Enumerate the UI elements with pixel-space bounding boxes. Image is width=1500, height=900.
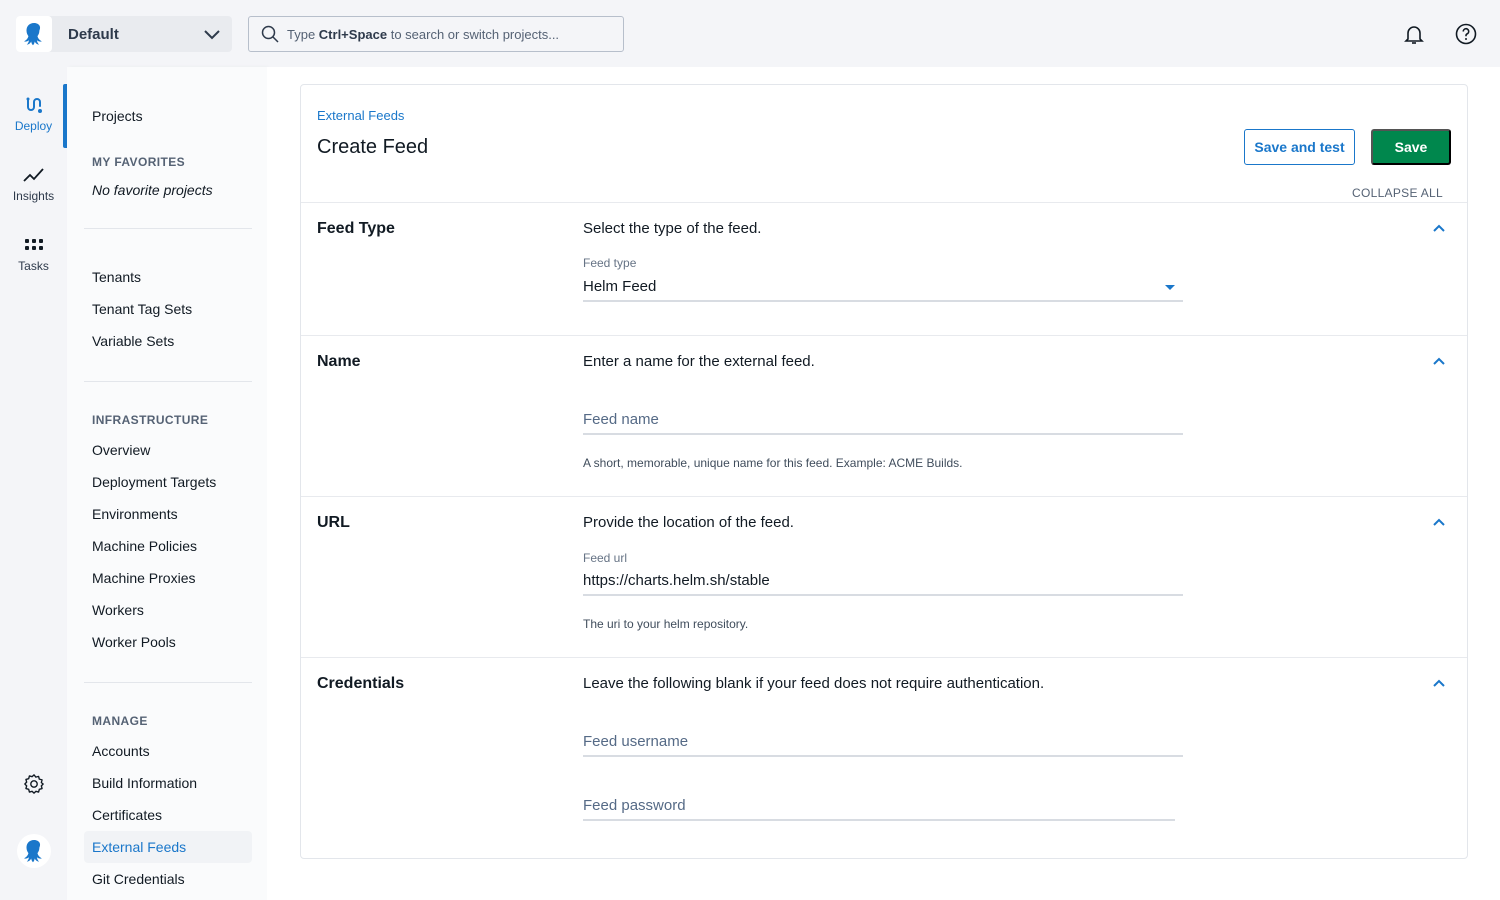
section-name: Name Enter a name for the external feed.… bbox=[301, 335, 1467, 496]
collapse-all-button[interactable]: COLLAPSE ALL bbox=[1352, 186, 1443, 200]
octopus-avatar-icon[interactable] bbox=[17, 834, 51, 868]
section-description: Enter a name for the external feed. bbox=[583, 353, 815, 370]
sidebar-item-git-credentials[interactable]: Git Credentials bbox=[92, 871, 185, 887]
favorites-empty: No favorite projects bbox=[92, 182, 213, 198]
breadcrumb-external-feeds[interactable]: External Feeds bbox=[317, 108, 404, 123]
chevron-up-icon[interactable] bbox=[1431, 676, 1447, 692]
main-content: External Feeds Create Feed Save and test… bbox=[267, 67, 1500, 900]
manage-heading: MANAGE bbox=[92, 714, 148, 728]
rail-item-tasks[interactable]: Tasks bbox=[0, 235, 67, 273]
section-feed-type: Feed Type Select the type of the feed. F… bbox=[301, 202, 1467, 335]
top-bar: Default Type Ctrl+Space to search or swi… bbox=[0, 0, 1500, 67]
sidebar-item-machine-policies[interactable]: Machine Policies bbox=[92, 538, 197, 554]
section-title: URL bbox=[317, 514, 350, 531]
feed-url-help: The uri to your helm repository. bbox=[583, 617, 749, 631]
sidebar-item-accounts[interactable]: Accounts bbox=[92, 743, 150, 759]
deploy-icon bbox=[26, 97, 42, 113]
divider bbox=[84, 381, 252, 382]
search-input[interactable]: Type Ctrl+Space to search or switch proj… bbox=[248, 16, 624, 52]
section-title: Name bbox=[317, 353, 361, 370]
section-url: URL Provide the location of the feed. Fe… bbox=[301, 496, 1467, 657]
chevron-down-icon bbox=[204, 30, 220, 40]
help-icon[interactable] bbox=[1454, 22, 1478, 46]
section-credentials: Credentials Leave the following blank if… bbox=[301, 657, 1467, 858]
sidebar-item-external-feeds[interactable]: External Feeds bbox=[92, 839, 186, 855]
page-title: Create Feed bbox=[317, 136, 429, 158]
section-title: Feed Type bbox=[317, 220, 395, 237]
bell-icon[interactable] bbox=[1402, 22, 1426, 46]
divider bbox=[84, 228, 252, 229]
feed-password-input[interactable]: Feed password bbox=[583, 797, 1175, 821]
sidebar-item-deployment-targets[interactable]: Deployment Targets bbox=[92, 474, 216, 490]
sidebar-item-worker-pools[interactable]: Worker Pools bbox=[92, 634, 176, 650]
section-title: Credentials bbox=[317, 675, 405, 692]
feed-url-input[interactable]: https://charts.helm.sh/stable bbox=[583, 572, 1183, 596]
sidebar-item-overview[interactable]: Overview bbox=[92, 442, 150, 458]
divider bbox=[84, 682, 252, 683]
sidebar-item-variable-sets[interactable]: Variable Sets bbox=[92, 333, 174, 349]
feed-name-input[interactable]: Feed name bbox=[583, 411, 1183, 435]
search-placeholder: Type Ctrl+Space to search or switch proj… bbox=[287, 26, 560, 42]
section-description: Leave the following blank if your feed d… bbox=[583, 675, 1045, 692]
sidebar-item-workers[interactable]: Workers bbox=[92, 602, 144, 618]
sidebar-item-projects[interactable]: Projects bbox=[92, 108, 143, 124]
sidebar-item-tenant-tag-sets[interactable]: Tenant Tag Sets bbox=[92, 301, 192, 317]
octopus-logo-icon bbox=[16, 16, 52, 52]
tasks-icon bbox=[24, 239, 43, 250]
rail-item-insights[interactable]: Insights bbox=[0, 165, 67, 203]
feed-type-label: Feed type bbox=[583, 256, 637, 270]
space-name: Default bbox=[68, 25, 119, 43]
caret-down-icon bbox=[1165, 285, 1175, 290]
left-rail: Deploy Insights Tasks bbox=[0, 67, 67, 900]
sidebar-item-certificates[interactable]: Certificates bbox=[92, 807, 162, 823]
create-feed-card: External Feeds Create Feed Save and test… bbox=[300, 84, 1468, 859]
save-button[interactable]: Save bbox=[1371, 129, 1451, 165]
favorites-heading: MY FAVORITES bbox=[92, 155, 186, 169]
gear-icon[interactable] bbox=[23, 773, 45, 795]
search-icon bbox=[261, 25, 279, 43]
feed-username-input[interactable]: Feed username bbox=[583, 733, 1183, 757]
chevron-up-icon[interactable] bbox=[1431, 354, 1447, 370]
chevron-up-icon[interactable] bbox=[1431, 515, 1447, 531]
sidebar-item-build-information[interactable]: Build Information bbox=[92, 775, 197, 791]
section-description: Select the type of the feed. bbox=[583, 220, 762, 237]
sidebar: Projects MY FAVORITES No favorite projec… bbox=[67, 67, 267, 900]
feed-url-label: Feed url bbox=[583, 551, 628, 565]
infrastructure-heading: INFRASTRUCTURE bbox=[92, 413, 209, 427]
feed-name-help: A short, memorable, unique name for this… bbox=[583, 456, 963, 470]
sidebar-item-environments[interactable]: Environments bbox=[92, 506, 178, 522]
feed-type-select[interactable]: Helm Feed bbox=[583, 278, 1183, 302]
sidebar-item-tenants[interactable]: Tenants bbox=[92, 269, 141, 285]
sidebar-item-machine-proxies[interactable]: Machine Proxies bbox=[92, 570, 196, 586]
rail-item-deploy[interactable]: Deploy bbox=[0, 95, 67, 133]
chevron-up-icon[interactable] bbox=[1431, 221, 1447, 237]
section-description: Provide the location of the feed. bbox=[583, 514, 794, 531]
save-and-test-button[interactable]: Save and test bbox=[1244, 129, 1355, 165]
space-switcher[interactable]: Default bbox=[16, 16, 232, 52]
insights-icon bbox=[22, 168, 44, 182]
